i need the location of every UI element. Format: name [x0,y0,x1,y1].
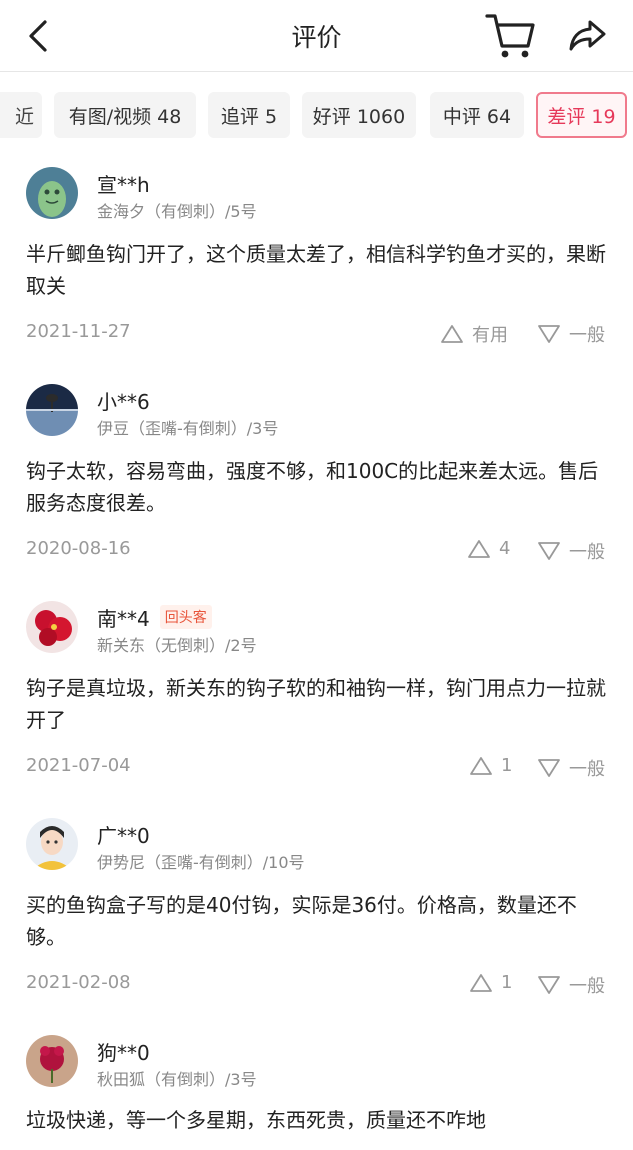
share-arrow-icon [569,20,606,51]
cart-icon [485,14,535,58]
avatar [26,384,78,436]
share-button[interactable] [566,16,610,56]
product-spec: 新关东（无倒刺）/2号 [97,636,257,655]
avatar [26,818,78,870]
avatar [26,601,78,653]
review-item: 宣**h 金海夕（有倒刺）/5号 半斤鲫鱼钩门开了，这个质量太差了，相信科学钓鱼… [0,165,633,355]
triangle-up-icon [470,756,492,775]
review-item: 狗**0 秋田狐（有倒刺）/3号 垃圾快递，等一个多星期，东西死贵，质量还不咋地 [0,1033,633,1150]
triangle-up-icon [468,539,490,558]
reviewer-name: 小**6 [97,389,150,414]
reviewer-name: 宣**h [97,172,150,197]
reviewer-name: 南**4 [97,606,150,631]
helpful-button[interactable]: 有用 [440,321,508,347]
not-helpful-button[interactable]: 一般 [537,972,605,998]
helpful-button[interactable]: 4 [467,538,510,559]
not-helpful-button[interactable]: 一般 [537,321,605,347]
triangle-down-icon [538,542,560,560]
filter-chip-neutral[interactable]: 中评 64 [430,92,524,138]
helpful-button[interactable]: 1 [469,755,512,776]
helpful-button[interactable]: 1 [469,972,512,993]
product-spec: 金海夕（有倒刺）/5号 [97,202,257,221]
filter-chip-followup[interactable]: 追评 5 [208,92,290,138]
review-text: 半斤鲫鱼钩门开了，这个质量太差了，相信科学钓鱼才买的，果断取关 [26,242,606,298]
cart-button[interactable] [484,10,538,62]
avatar [26,167,78,219]
triangle-up-icon [470,973,492,992]
triangle-up-icon [441,325,463,343]
product-spec: 秋田狐（有倒刺）/3号 [97,1070,257,1089]
not-helpful-button[interactable]: 一般 [537,538,605,564]
review-date: 2021-11-27 [26,321,131,342]
triangle-down-icon [538,325,560,343]
product-spec: 伊豆（歪嘴-有倒刺）/3号 [97,419,279,438]
review-item: 南**4 回头客 新关东（无倒刺）/2号 钩子是真垃圾，新关东的钩子软的和袖钩一… [0,599,633,789]
review-date: 2021-02-08 [26,972,131,993]
repeat-customer-badge: 回头客 [159,605,212,629]
filter-chip-positive[interactable]: 好评 1060 [302,92,416,138]
avatar [26,1035,78,1087]
filter-chip-media[interactable]: 有图/视频 48 [54,92,196,138]
filter-chip-negative[interactable]: 差评 19 [536,92,627,138]
review-item: 广**0 伊势尼（歪嘴-有倒刺）/10号 买的鱼钩盒子写的是40付钩，实际是36… [0,816,633,1006]
top-nav-bar: 评价 [0,0,633,72]
reviewer-name: 狗**0 [97,1040,150,1065]
page-title: 评价 [291,23,342,52]
review-item: 小**6 伊豆（歪嘴-有倒刺）/3号 钩子太软，容易弯曲，强度不够，和100C的… [0,382,633,572]
filter-tabs: 近 有图/视频 48 追评 5 好评 1060 中评 64 差评 19 [0,92,633,138]
review-text: 钩子是真垃圾，新关东的钩子软的和袖钩一样，钩门用点力一拉就开了 [26,676,606,732]
review-text: 钩子太软，容易弯曲，强度不够，和100C的比起来差太远。售后服务态度很差。 [26,459,599,515]
product-spec: 伊势尼（歪嘴-有倒刺）/10号 [97,853,305,872]
review-text: 垃圾快递，等一个多星期，东西死贵，质量还不咋地 [26,1108,486,1132]
review-date: 2021-07-04 [26,755,131,776]
not-helpful-button[interactable]: 一般 [537,755,605,781]
filter-chip-recent[interactable]: 近 [0,92,42,138]
reviewer-name: 广**0 [97,823,150,848]
review-text: 买的鱼钩盒子写的是40付钩，实际是36付。价格高，数量还不够。 [26,893,577,949]
triangle-down-icon [538,976,560,994]
review-date: 2020-08-16 [26,538,131,559]
triangle-down-icon [538,759,560,777]
